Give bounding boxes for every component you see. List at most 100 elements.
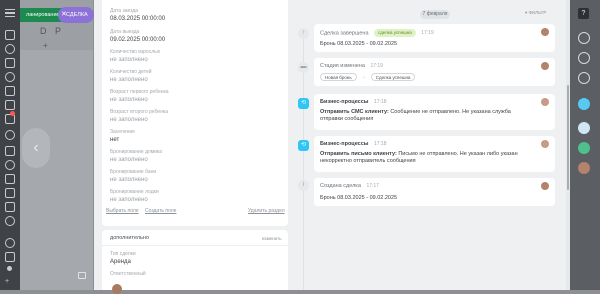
field-label: Дата заезда [110,8,139,14]
event-time: 17:17 [366,183,379,189]
timeline-event: Сделка завершена сделка успешна 17:19 Бр… [314,24,555,52]
avatar[interactable] [112,284,122,294]
stage-change-row: Новая бронь → Сделка успешна [320,73,535,81]
field-label: Дата выезда [110,29,140,35]
filter-button[interactable]: ▾ ФИЛЬТР [525,10,546,16]
green-group-icon[interactable] [578,142,590,154]
lock-icon[interactable] [5,252,15,262]
chat-icon[interactable] [5,44,15,54]
delete-section-link[interactable]: Удалить раздел [248,208,285,214]
field-value[interactable]: нет [110,137,119,143]
field-label: Ответственный [110,271,146,277]
field-value[interactable]: не заполнено [110,117,148,123]
field-value[interactable]: не заполнено [110,177,148,183]
avatar[interactable] [541,182,549,190]
field-value[interactable]: не заполнено [110,57,148,63]
timeline-event: Создана сделка 17:17 Бронь 08.03.2025 - … [314,178,555,206]
event-title-text: Сделка завершена [320,30,369,37]
event-time: 17:19 [421,30,434,37]
avatar[interactable] [541,140,549,148]
notifications-icon[interactable] [5,111,15,124]
timer-icon[interactable] [578,72,590,84]
event-body: Отправить письмо клиенту: Письмо не отпр… [320,151,535,165]
tasks-icon[interactable] [5,58,15,68]
create-field-link[interactable]: Создать поле [145,208,176,214]
event-title-text: Бизнес-процессы [320,141,369,147]
field-value[interactable]: не заполнено [110,77,148,83]
settings-icon[interactable] [5,216,15,226]
event-body: Бронь 08.03.2025 - 09.02.2025 [320,195,398,201]
card-footer: Выбрать поле Создать поле Удалить раздел [102,208,288,218]
deal-chip-label: СДЕЛКА [66,12,88,18]
expand-icon[interactable]: + [5,278,15,288]
background-list-header: D P [40,26,65,36]
event-title: Бизнес-процессы 17:18 [320,141,387,147]
chart-icon[interactable] [5,146,15,156]
select-field-link[interactable]: Выбрать поле [106,208,139,214]
timeline-event: Стадия изменена 17:19 Новая бронь → Сдел… [314,58,555,86]
deal-slider-chip[interactable]: ✕ СДЕЛКА [58,7,94,23]
filter-icon[interactable] [5,30,15,40]
group-chat-icon[interactable] [578,122,590,134]
section-title: дополнительно [110,235,150,241]
change-link[interactable]: изменить [262,236,282,241]
open-lines-icon[interactable] [578,32,590,44]
to-stage-tag: Сделка успешна [370,73,416,81]
field-value[interactable]: не заполнено [110,157,148,163]
event-body: Отправить СМС клиенту: Сообщение не отпр… [320,109,535,123]
avatar[interactable] [541,98,549,106]
divider [102,245,288,246]
scrollbar-thumb[interactable] [567,85,569,190]
bitrix-assistant-icon[interactable] [578,98,590,110]
event-title-text: Бизнес-процессы [320,99,369,105]
book-icon[interactable] [5,100,15,110]
field-value[interactable]: 08.03.2025 00:00:00 [110,16,165,22]
stage-change-icon: ▬ [298,62,309,73]
timeline-event: Бизнес-процессы 17:18 Отправить СМС клие… [314,94,555,130]
add-icon[interactable]: + [43,41,48,50]
event-title-text: Создана сделка [320,183,361,189]
help-icon[interactable]: ? [578,8,589,19]
dot-icon[interactable] [7,266,12,271]
from-stage-tag: Новая бронь [320,73,357,81]
printer-icon[interactable] [78,272,86,279]
calendar-icon[interactable] [5,86,15,96]
additional-card: дополнительно изменить Тип сделки Аренда… [102,230,288,290]
field-label: Тип сделки [110,251,136,257]
help-icon[interactable] [5,238,15,248]
background-content [20,50,93,290]
timeline-event: Бизнес-процессы 17:18 Отправить письмо к… [314,136,555,172]
field-value[interactable]: Аренда [110,259,131,265]
contacts-icon[interactable] [5,202,15,212]
shop-icon[interactable] [5,174,15,184]
target-icon[interactable] [5,72,15,82]
menu-icon[interactable] [5,8,15,18]
event-title-text: Стадия изменена [320,63,365,69]
field-label: Заселение [110,129,135,135]
field-label: Количество детей [110,69,152,75]
collapse-arrow-icon[interactable]: ‹ [22,128,50,168]
business-process-icon: ⟲ [298,98,309,109]
avatar[interactable] [578,162,590,174]
box-icon[interactable] [5,188,15,198]
search-icon[interactable] [578,52,590,64]
field-label: Бронирование домика [110,149,163,155]
event-title: Бизнес-процессы 17:18 [320,99,387,105]
info-icon: i [298,180,309,191]
event-time: 17:18 [374,141,387,147]
field-value[interactable]: не заполнено [110,197,148,203]
event-title: Создана сделка 17:17 [320,183,379,189]
field-value[interactable]: не заполнено [110,97,148,103]
avatar[interactable] [541,28,549,36]
clock-icon[interactable] [5,130,15,140]
field-label: Количество взрослых [110,49,161,55]
left-navigation: + [0,0,20,290]
event-title: Сделка завершена сделка успешна 17:19 [320,29,434,37]
status-badge: сделка успешна [374,29,416,37]
business-process-icon: ⟲ [298,140,309,151]
avatar[interactable] [541,62,549,70]
close-icon[interactable]: ✕ [61,7,67,23]
sites-icon[interactable] [5,160,15,170]
field-value[interactable]: 09.02.2025 00:00:00 [110,37,165,43]
field-label: Бронирование бани [110,169,157,175]
